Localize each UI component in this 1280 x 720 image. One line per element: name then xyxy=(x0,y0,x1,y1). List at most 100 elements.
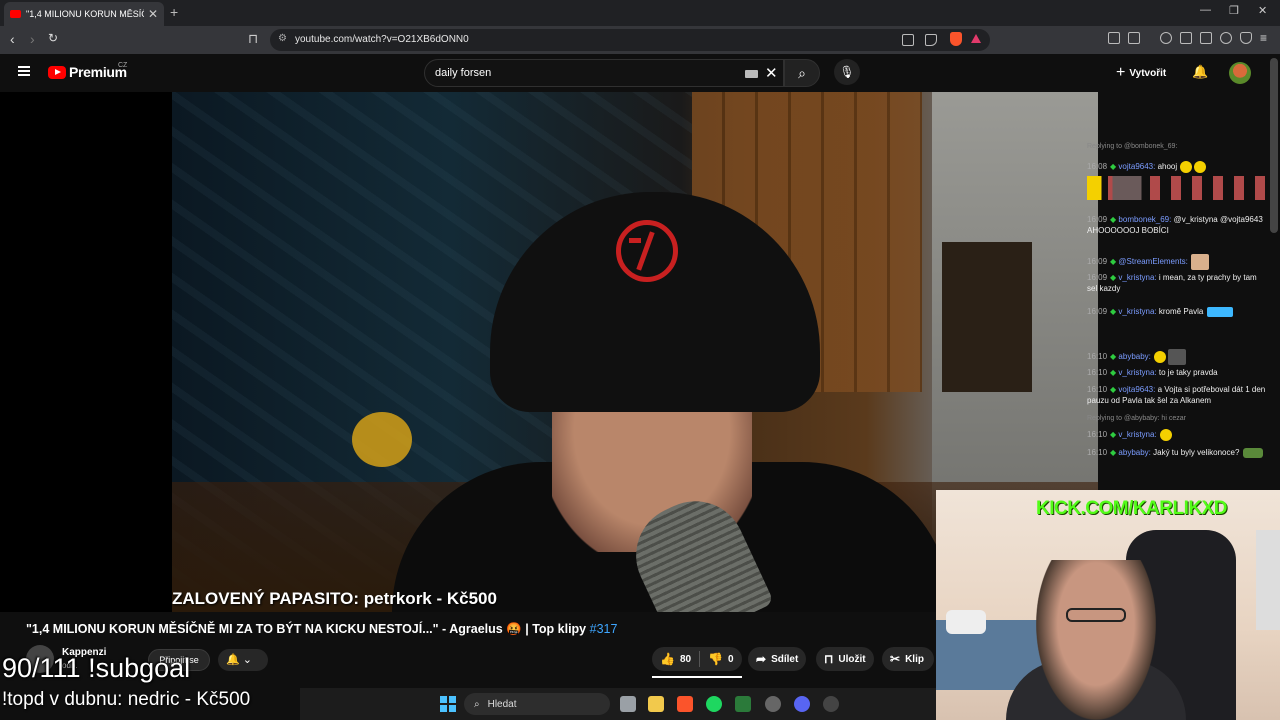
thumbs-up-icon[interactable]: 👍 xyxy=(660,652,675,666)
hashtag-link[interactable]: #317 xyxy=(590,622,618,636)
scissors-icon: ✂ xyxy=(890,652,901,666)
keyboard-icon[interactable] xyxy=(745,70,758,78)
chat-message: 16:10 ◆ abybaby: Jaký tu byly velikonoce? xyxy=(1087,447,1269,458)
vpn-icon[interactable] xyxy=(1240,32,1252,44)
media-icon[interactable] xyxy=(1160,32,1172,44)
chat-message: 16:10 ◆ abybaby: xyxy=(1087,349,1269,365)
pillow xyxy=(946,610,986,634)
spotify-icon[interactable] xyxy=(706,696,722,712)
windows-taskbar: ⌕ Hledat xyxy=(300,688,936,720)
chevron-down-icon: ⌄ xyxy=(242,654,252,666)
emote-icon xyxy=(1191,254,1210,270)
search-input[interactable]: daily forsen xyxy=(435,67,491,79)
bookmark-icon[interactable]: ⊓ xyxy=(248,31,258,47)
glasses xyxy=(1066,608,1126,622)
kick-url-overlay: KICK.COM/KARLIKXD xyxy=(1036,498,1228,519)
save-button[interactable]: ⊓ Uložit xyxy=(816,647,874,671)
browser-tab-bar: "1,4 MILIONU KORUN MĚSÍČNĚ ✕ + — ❐ ✕ xyxy=(0,0,1280,26)
back-icon[interactable]: ‹ xyxy=(10,31,15,47)
clear-search-icon[interactable]: ✕ xyxy=(765,64,778,82)
obs-icon[interactable] xyxy=(823,696,839,712)
chat-message: Replying to @abybaby: hi cezar xyxy=(1087,415,1186,422)
forward-icon[interactable]: › xyxy=(30,31,35,47)
task-view-icon[interactable] xyxy=(620,696,636,712)
like-count[interactable]: 80 xyxy=(680,654,691,665)
guide-menu-icon[interactable] xyxy=(18,66,30,76)
discord-icon[interactable] xyxy=(794,696,810,712)
emote-row xyxy=(1087,176,1269,200)
new-tab-icon[interactable]: + xyxy=(170,4,178,20)
emote-icon xyxy=(1206,306,1233,317)
leo-ai-icon[interactable] xyxy=(1220,32,1232,44)
video-title: "1,4 MILIONU KORUN MĚSÍČNĚ MI ZA TO BÝT … xyxy=(26,622,618,636)
emote-icon xyxy=(1194,161,1207,173)
emote-icon xyxy=(1242,447,1263,458)
bookmark-save-icon: ⊓ xyxy=(824,652,834,666)
chat-message: 16:10 ◆ v_kristyna: to je taky pravda xyxy=(1087,368,1218,377)
reload-icon[interactable]: ↻ xyxy=(48,31,58,45)
app-icon[interactable] xyxy=(735,696,751,712)
minimize-icon[interactable]: — xyxy=(1200,4,1211,16)
stream-chat-overlay: Replying to @bombonek_69: 16:08 ◆ vojta96… xyxy=(1082,140,1270,490)
share-button[interactable]: ➦ Sdílet xyxy=(748,647,807,671)
cap-logo-icon xyxy=(616,220,678,282)
menu-icon[interactable]: ≡ xyxy=(1260,31,1267,45)
maximize-icon[interactable]: ❐ xyxy=(1229,4,1239,17)
webcam-person xyxy=(1036,560,1156,720)
yellow-object xyxy=(352,412,412,467)
microphone-icon: 🎙 xyxy=(839,65,855,79)
chat-message: 16:09 ◆ bombonek_69: @v_kristyna @vojta96… xyxy=(1087,215,1263,235)
chat-message: 16:09 ◆ v_kristyna: i mean, za ty prachy … xyxy=(1087,273,1257,293)
youtube-header: Premium CZ daily forsen ✕ ⌕ 🎙 + Vytvořit… xyxy=(0,54,1280,92)
notifications-bell-icon[interactable]: 🔔 xyxy=(1192,64,1208,80)
browser-toolbar: ‹ › ↻ ⊓ ⚙ youtube.com/watch?v=O21XB6dONN… xyxy=(0,26,1280,54)
region-code: CZ xyxy=(118,62,128,69)
chat-message: 16:09 ◆ @StreamElements: xyxy=(1087,254,1269,270)
share-page-icon[interactable] xyxy=(925,34,937,46)
clip-button[interactable]: ✂ Klip xyxy=(882,647,934,671)
chat-message: 16:10 ◆ v_kristyna: xyxy=(1087,429,1269,441)
sidebar-icon[interactable] xyxy=(1180,32,1192,44)
close-window-icon[interactable]: ✕ xyxy=(1258,4,1267,17)
emote-icon xyxy=(1154,351,1167,363)
steam-icon[interactable] xyxy=(765,696,781,712)
plus-icon: + xyxy=(1116,64,1126,81)
wall-poster xyxy=(942,242,1032,392)
brave-shields-icon[interactable] xyxy=(950,32,962,46)
brave-browser-icon[interactable] xyxy=(677,696,693,712)
dislike-count[interactable]: 0 xyxy=(728,654,734,665)
brave-rewards-icon[interactable] xyxy=(971,34,981,43)
search-box[interactable]: daily forsen ✕ xyxy=(424,59,784,87)
shelf xyxy=(1256,530,1280,630)
address-bar[interactable]: ⚙ youtube.com/watch?v=O21XB6dONN0 xyxy=(270,29,990,51)
search-icon: ⌕ xyxy=(474,698,480,710)
search-icon: ⌕ xyxy=(798,65,806,81)
taskbar-search[interactable]: ⌕ Hledat xyxy=(464,693,610,715)
browser-tab[interactable]: "1,4 MILIONU KORUN MĚSÍČNĚ ✕ xyxy=(4,2,164,26)
like-ratio-bar xyxy=(652,676,742,678)
cast-icon[interactable] xyxy=(902,34,914,46)
search-button[interactable]: ⌕ xyxy=(784,59,820,87)
file-explorer-icon[interactable] xyxy=(648,696,664,712)
youtube-logo-icon[interactable] xyxy=(48,66,66,79)
subgoal-overlay: 90/111 !subgoal xyxy=(2,653,191,683)
chat-message: Replying to @bombonek_69: xyxy=(1087,143,1178,150)
site-info-icon[interactable]: ⚙ xyxy=(278,33,287,44)
chat-message: 16:09 ◆ v_kristyna: kromě Pavla xyxy=(1087,306,1269,317)
page-scrollbar[interactable] xyxy=(1270,58,1278,233)
emote-icon xyxy=(1180,161,1193,173)
chat-message: 16:08 ◆ vojta9643: ahooj xyxy=(1087,161,1269,200)
screen: "1,4 MILIONU KORUN MĚSÍČNĚ ✕ + — ❐ ✕ ‹ ›… xyxy=(0,0,1280,720)
webcam-overlay: KICK.COM/KARLIKXD xyxy=(936,490,1280,720)
chat-message: 16:10 ◆ vojta9643: a Vojta si potřeboval … xyxy=(1087,385,1266,405)
account-avatar[interactable] xyxy=(1229,62,1251,84)
voice-search-button[interactable]: 🎙 xyxy=(834,59,860,85)
wallet-icon[interactable] xyxy=(1200,32,1212,44)
close-tab-icon[interactable]: ✕ xyxy=(148,7,158,21)
subscription-bell-button[interactable]: 🔔 ⌄ xyxy=(218,649,268,671)
windows-start-icon[interactable] xyxy=(440,696,456,712)
thumbs-down-icon[interactable]: 👎 xyxy=(708,652,723,666)
extensions-icon[interactable] xyxy=(1108,32,1120,44)
screenshot-icon[interactable] xyxy=(1128,32,1140,44)
create-button[interactable]: + Vytvořit xyxy=(1116,63,1166,83)
